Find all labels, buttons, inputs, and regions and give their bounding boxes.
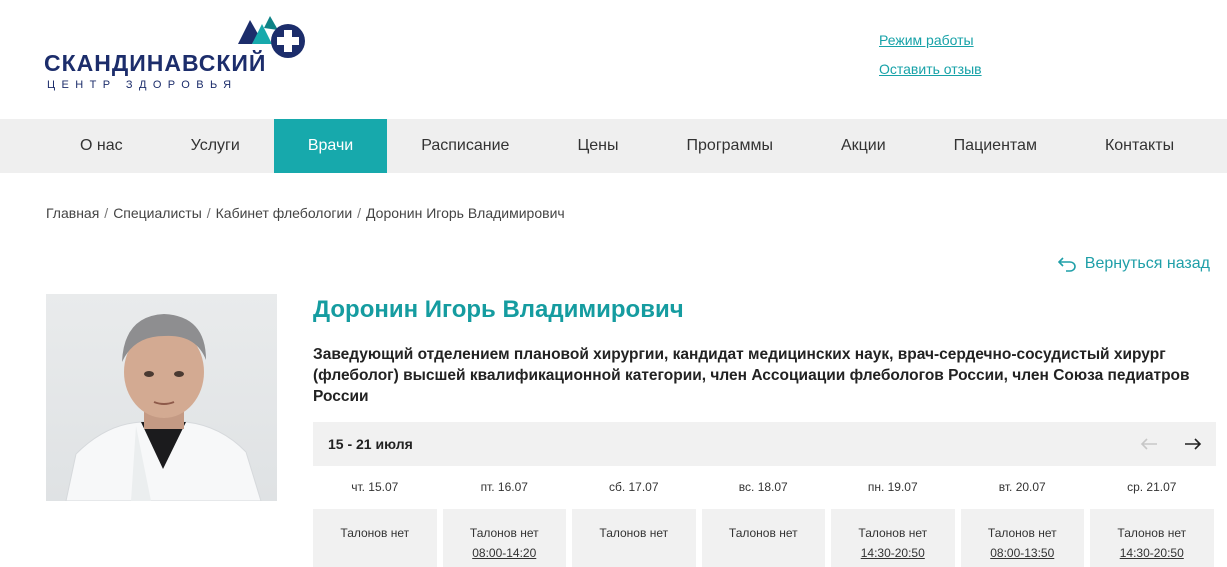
nav-item-about[interactable]: О нас	[46, 119, 157, 173]
working-hours-link[interactable]: Режим работы	[879, 32, 982, 48]
schedule-day: сб. 17.07 Талонов нет	[572, 466, 696, 567]
day-slot: Талонов нет 14:30-20:50	[831, 509, 955, 567]
doctor-name: Доронин Игорь Владимирович	[313, 296, 684, 323]
day-slot: Талонов нет 08:00-14:20	[442, 509, 567, 567]
slot-hours-link[interactable]: 14:30-20:50	[831, 546, 955, 560]
schedule-day: чт. 15.07 Талонов нет	[313, 466, 437, 567]
logo-subtitle: ЦЕНТР ЗДОРОВЬЯ	[47, 79, 238, 91]
breadcrumb-separator: /	[206, 205, 211, 221]
breadcrumb: Главная / Специалисты / Кабинет флебологии / Д…	[46, 205, 565, 221]
day-label: пн. 19.07	[867, 480, 918, 494]
breadcrumb-home[interactable]: Главная	[46, 205, 99, 221]
schedule-day: пн. 19.07 Талонов нет 14:30-20:50	[831, 466, 955, 567]
doctor-photo	[46, 294, 277, 501]
breadcrumb-separator: /	[357, 205, 362, 221]
nav-item-prices[interactable]: Цены	[543, 119, 652, 173]
slot-status: Талонов нет	[1117, 526, 1187, 540]
main-nav: О нас Услуги Врачи Расписание Цены Прогр…	[0, 119, 1227, 173]
day-label: вс. 18.07	[738, 480, 788, 494]
day-slot: Талонов нет	[313, 509, 437, 567]
nav-item-services[interactable]: Услуги	[157, 119, 274, 173]
doctor-description: Заведующий отделением плановой хирургии,…	[313, 346, 1190, 405]
schedule-days: чт. 15.07 Талонов нет пт. 16.07 Талонов …	[313, 466, 1216, 567]
back-link[interactable]: Вернуться назад	[1057, 255, 1210, 273]
slot-status: Талонов нет	[340, 526, 410, 540]
nav-item-contacts[interactable]: Контакты	[1071, 119, 1208, 173]
leave-review-link[interactable]: Оставить отзыв	[879, 61, 982, 77]
slot-status: Талонов нет	[987, 526, 1057, 540]
day-label: вт. 20.07	[998, 480, 1046, 494]
nav-item-doctors[interactable]: Врачи	[273, 119, 388, 173]
slot-status: Талонов нет	[858, 526, 928, 540]
breadcrumb-separator: /	[104, 205, 109, 221]
slot-hours-link[interactable]: 08:00-13:50	[961, 546, 1085, 560]
day-slot: Талонов нет	[572, 509, 696, 567]
arrow-left-icon[interactable]	[1139, 435, 1159, 453]
nav-item-programs[interactable]: Программы	[653, 119, 807, 173]
nav-item-promotions[interactable]: Акции	[807, 119, 920, 173]
return-arrow-icon	[1057, 257, 1076, 272]
slot-status: Талонов нет	[728, 526, 798, 540]
breadcrumb-phlebology[interactable]: Кабинет флебологии	[216, 205, 353, 221]
day-label: чт. 15.07	[351, 480, 399, 494]
schedule-day: ср. 21.07 Талонов нет 14:30-20:50	[1090, 466, 1214, 567]
slot-hours-link[interactable]: 08:00-14:20	[443, 546, 567, 560]
site-header: СКАНДИНАВСКИЙ ЦЕНТР ЗДОРОВЬЯ Режим работ…	[0, 0, 1227, 119]
schedule-week-label: 15 - 21 июля	[328, 436, 413, 452]
day-label: пт. 16.07	[480, 480, 528, 494]
schedule-header: 15 - 21 июля	[313, 422, 1216, 466]
schedule-day: пт. 16.07 Талонов нет 08:00-14:20	[442, 466, 567, 567]
day-slot: Талонов нет 14:30-20:50	[1090, 509, 1214, 567]
day-label: сб. 17.07	[608, 480, 659, 494]
back-link-label: Вернуться назад	[1084, 255, 1210, 272]
logo-title: СКАНДИНАВСКИЙ	[44, 50, 267, 76]
slot-status: Талонов нет	[599, 526, 669, 540]
day-slot: Талонов нет 08:00-13:50	[960, 509, 1085, 567]
day-label: ср. 21.07	[1127, 480, 1177, 494]
slot-status: Талонов нет	[469, 526, 539, 540]
breadcrumb-specialists[interactable]: Специалисты	[113, 205, 202, 221]
day-slot: Талонов нет	[701, 509, 825, 567]
top-links: Режим работы Оставить отзыв	[879, 32, 982, 90]
doctor-portrait-image	[65, 314, 262, 501]
arrow-right-icon[interactable]	[1183, 435, 1203, 453]
nav-item-patients[interactable]: Пациентам	[920, 119, 1071, 173]
schedule-day: вс. 18.07 Талонов нет	[701, 466, 825, 567]
slot-hours-link[interactable]: 14:30-20:50	[1090, 546, 1214, 560]
schedule-day: вт. 20.07 Талонов нет 08:00-13:50	[960, 466, 1085, 567]
breadcrumb-current: Доронин Игорь Владимирович	[366, 205, 565, 221]
nav-item-schedule[interactable]: Расписание	[387, 119, 543, 173]
site-logo[interactable]: СКАНДИНАВСКИЙ ЦЕНТР ЗДОРОВЬЯ	[44, 14, 314, 96]
